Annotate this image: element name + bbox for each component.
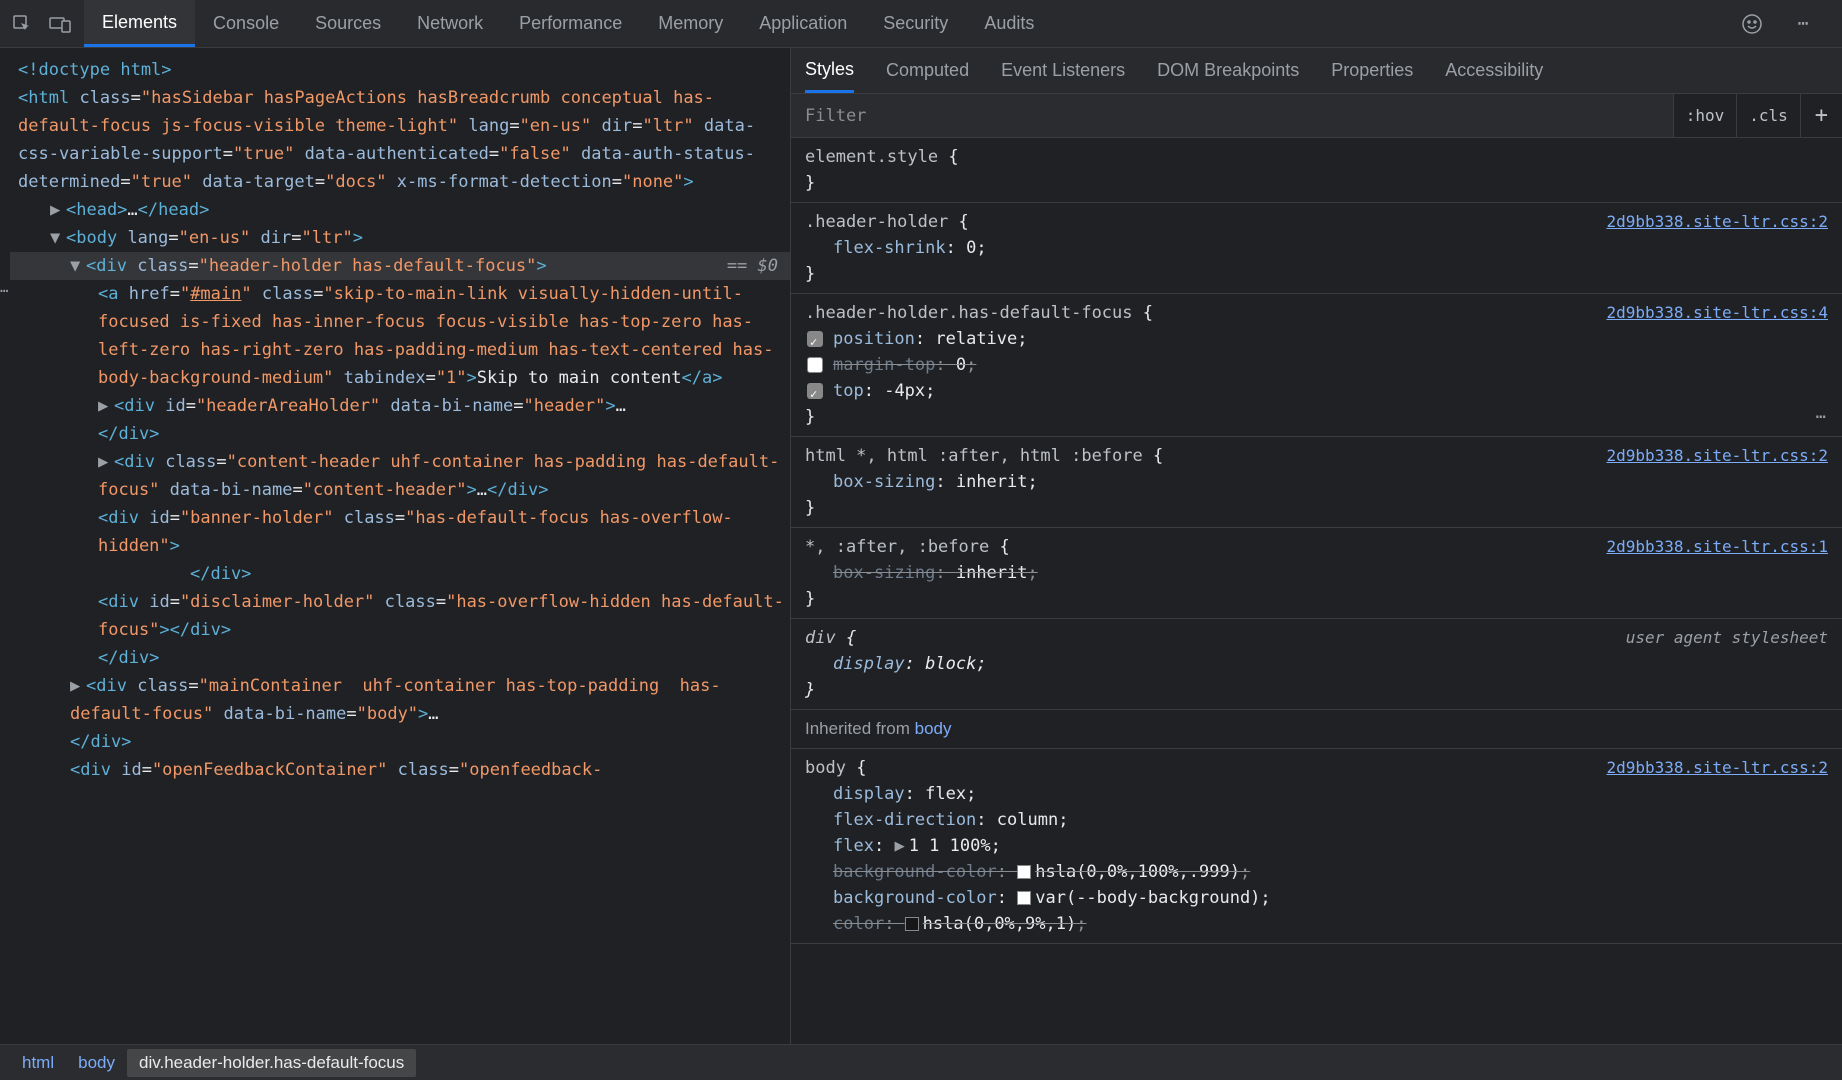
rule-div-ua[interactable]: user agent stylesheet div { display: blo…: [791, 619, 1842, 710]
tab-elements[interactable]: Elements: [84, 0, 195, 47]
crumb-html[interactable]: html: [10, 1049, 66, 1077]
source-link-ua: user agent stylesheet: [1626, 625, 1828, 651]
cls-toggle-button[interactable]: .cls: [1736, 94, 1800, 137]
dom-html-open[interactable]: <html class="hasSidebar hasPageActions h…: [10, 84, 790, 196]
dom-header-close[interactable]: </div>: [10, 644, 790, 672]
dom-disclaimer-holder[interactable]: <div id="disclaimer-holder" class="has-o…: [10, 588, 790, 644]
rule-body[interactable]: 2d9bb338.site-ltr.css:2 body { display: …: [791, 749, 1842, 944]
crumb-selected[interactable]: div.header-holder.has-default-focus: [127, 1049, 416, 1077]
color-swatch[interactable]: [1017, 891, 1031, 905]
source-link[interactable]: 2d9bb338.site-ltr.css:2: [1606, 443, 1828, 469]
dom-body-open[interactable]: ▼<body lang="en-us" dir="ltr">: [10, 224, 790, 252]
subtab-properties[interactable]: Properties: [1331, 48, 1413, 93]
color-swatch[interactable]: [905, 917, 919, 931]
source-link[interactable]: 2d9bb338.site-ltr.css:2: [1606, 209, 1828, 235]
dom-banner-holder[interactable]: <div id="banner-holder" class="has-defau…: [10, 504, 790, 560]
styles-subtabs: Styles Computed Event Listeners DOM Brea…: [791, 48, 1842, 94]
tab-console[interactable]: Console: [195, 0, 297, 47]
decl-checkbox[interactable]: [807, 331, 823, 347]
rule-html-star[interactable]: 2d9bb338.site-ltr.css:2 html *, html :af…: [791, 437, 1842, 528]
rule-element-style[interactable]: element.style { }: [791, 138, 1842, 203]
gutter-ellipsis: …: [0, 274, 9, 302]
expand-tri-icon[interactable]: ▶: [894, 836, 904, 856]
dom-content-header[interactable]: ▶<div class="content-header uhf-containe…: [10, 448, 790, 504]
rule-header-holder-focus[interactable]: 2d9bb338.site-ltr.css:4 .header-holder.h…: [791, 294, 1842, 437]
dom-main-container[interactable]: ▶<div class="mainContainer uhf-container…: [10, 672, 790, 756]
breadcrumb-bar: html body div.header-holder.has-default-…: [0, 1044, 1842, 1080]
styles-rule-list: element.style { } 2d9bb338.site-ltr.css:…: [791, 138, 1842, 1044]
subtab-computed[interactable]: Computed: [886, 48, 969, 93]
decl-checkbox[interactable]: [807, 357, 823, 373]
source-link[interactable]: 2d9bb338.site-ltr.css:2: [1606, 755, 1828, 781]
tab-performance[interactable]: Performance: [501, 0, 640, 47]
subtab-dom-breakpoints[interactable]: DOM Breakpoints: [1157, 48, 1299, 93]
device-toggle-icon[interactable]: [46, 10, 74, 38]
main-split: … <!doctype html> <html class="hasSideba…: [0, 48, 1842, 1044]
tab-network[interactable]: Network: [399, 0, 501, 47]
tab-security[interactable]: Security: [865, 0, 966, 47]
color-swatch[interactable]: [1017, 865, 1031, 879]
dom-feedback-container[interactable]: <div id="openFeedbackContainer" class="o…: [10, 756, 790, 784]
tab-memory[interactable]: Memory: [640, 0, 741, 47]
tab-audits[interactable]: Audits: [966, 0, 1052, 47]
tab-sources[interactable]: Sources: [297, 0, 399, 47]
dom-header-area[interactable]: ▶<div id="headerAreaHolder" data-bi-name…: [10, 392, 790, 448]
source-link[interactable]: 2d9bb338.site-ltr.css:4: [1606, 300, 1828, 326]
styles-panel: Styles Computed Event Listeners DOM Brea…: [790, 48, 1842, 1044]
dom-skip-link[interactable]: <a href="#main" class="skip-to-main-link…: [10, 280, 790, 392]
inherited-from-bar: Inherited from body: [791, 710, 1842, 749]
dom-tree-panel[interactable]: … <!doctype html> <html class="hasSideba…: [0, 48, 790, 1044]
more-menu-icon[interactable]: ⋯: [1790, 10, 1818, 38]
crumb-body[interactable]: body: [66, 1049, 127, 1077]
rule-star[interactable]: 2d9bb338.site-ltr.css:1 *, :after, :befo…: [791, 528, 1842, 619]
inherited-link[interactable]: body: [915, 719, 952, 738]
decl-checkbox[interactable]: [807, 383, 823, 399]
devtools-tabs: Elements Console Sources Network Perform…: [84, 0, 1738, 47]
dom-banner-close[interactable]: </div>: [10, 560, 790, 588]
dom-head[interactable]: ▶<head>…</head>: [10, 196, 790, 224]
feedback-smiley-icon[interactable]: [1738, 10, 1766, 38]
new-style-rule-button[interactable]: +: [1800, 94, 1842, 137]
toolbar-right: ⋯: [1738, 10, 1834, 38]
styles-filter-input[interactable]: [791, 94, 1673, 137]
subtab-event-listeners[interactable]: Event Listeners: [1001, 48, 1125, 93]
dom-header-holder[interactable]: ▼<div class="header-holder has-default-f…: [10, 252, 790, 280]
rule-more-icon[interactable]: ⋯: [1816, 404, 1828, 430]
hov-toggle-button[interactable]: :hov: [1673, 94, 1737, 137]
rule-header-holder[interactable]: 2d9bb338.site-ltr.css:2 .header-holder {…: [791, 203, 1842, 294]
dom-doctype[interactable]: <!doctype html>: [10, 56, 790, 84]
tab-application[interactable]: Application: [741, 0, 865, 47]
styles-filter-bar: :hov .cls +: [791, 94, 1842, 138]
source-link[interactable]: 2d9bb338.site-ltr.css:1: [1606, 534, 1828, 560]
inspect-element-icon[interactable]: [8, 10, 36, 38]
subtab-accessibility[interactable]: Accessibility: [1445, 48, 1543, 93]
subtab-styles[interactable]: Styles: [805, 48, 854, 93]
main-toolbar: Elements Console Sources Network Perform…: [0, 0, 1842, 48]
